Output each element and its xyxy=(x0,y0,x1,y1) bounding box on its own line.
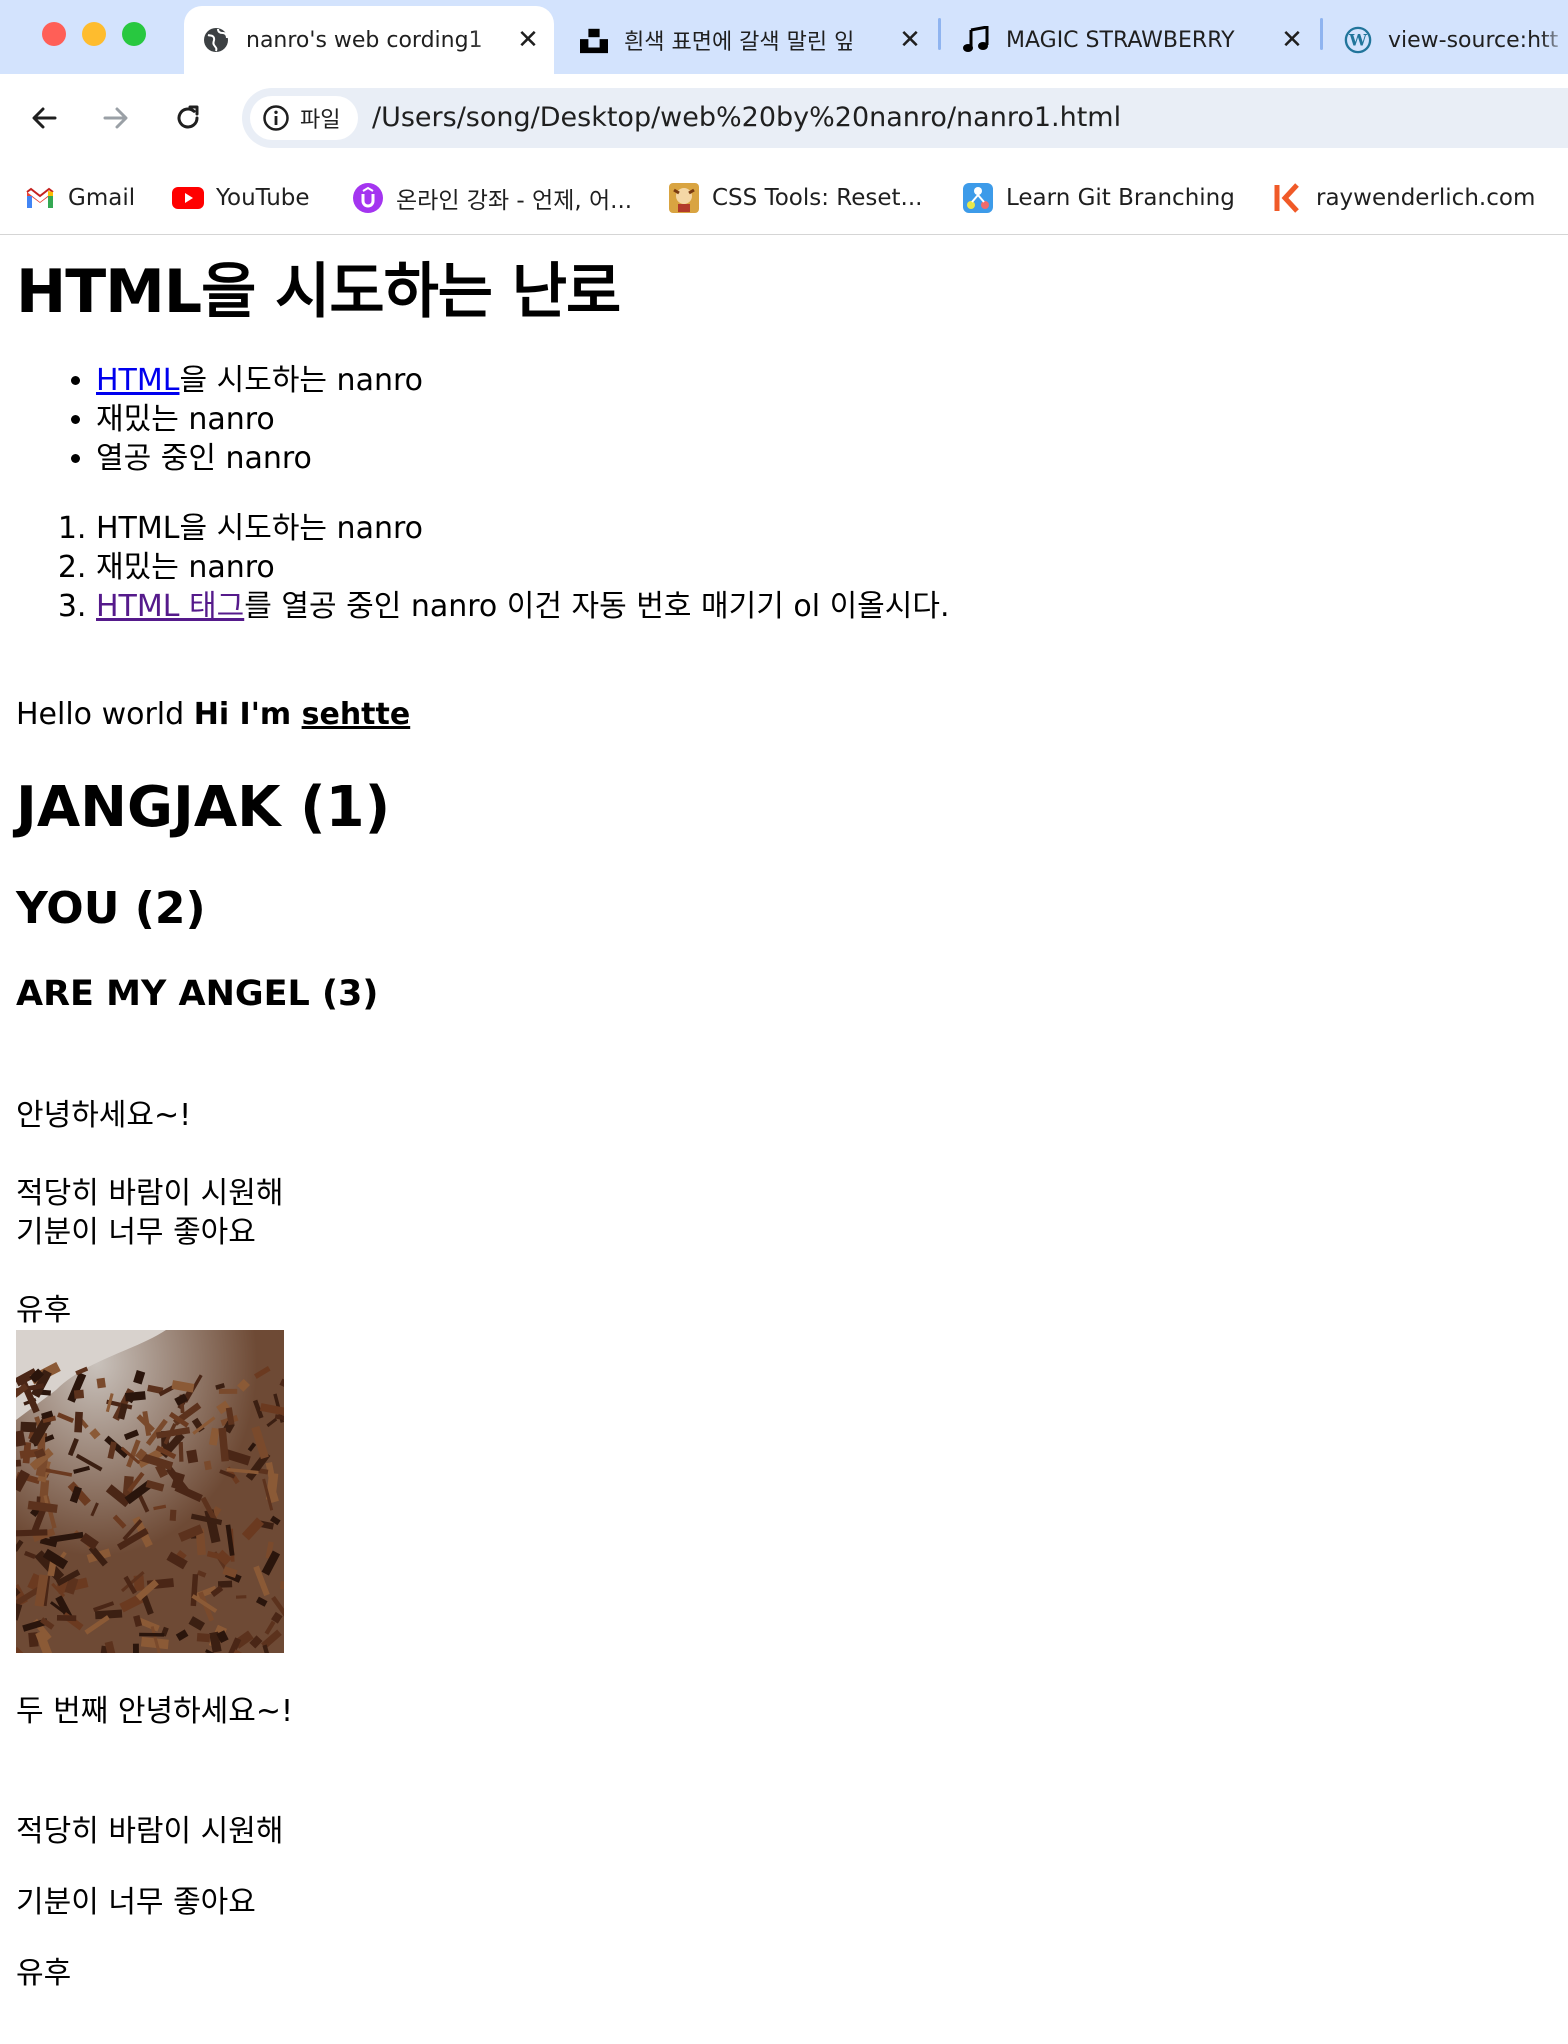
list-item: 열공 중인 nanro xyxy=(96,439,1556,478)
name-bold-underline: sehtte xyxy=(301,697,411,732)
window-minimize-button[interactable] xyxy=(82,22,106,46)
hello-text: Hello world xyxy=(16,697,194,732)
page-content: HTML을 시도하는 난로 HTML을 시도하는 nanro 재밌는 nanro… xyxy=(16,235,1556,1993)
ordered-list: HTML을 시도하는 nanro 재밌는 nanro HTML 태그를 열공 중… xyxy=(16,509,1556,626)
heading-level-3: ARE MY ANGEL (3) xyxy=(16,974,379,1014)
raywenderlich-icon xyxy=(1272,182,1304,214)
list-item: 재밌는 nanro xyxy=(96,548,1556,587)
tab-close-icon[interactable]: ✕ xyxy=(892,25,928,55)
yuhoo-line: 유후 xyxy=(16,1293,72,1328)
bookmark-label: Learn Git Branching xyxy=(1006,185,1235,211)
tab-strip: nanro's web cording1 ✕ 흰색 표면에 갈색 말린 잎 ✕ … xyxy=(0,0,1568,74)
youtube-icon xyxy=(172,182,204,214)
unordered-list: HTML을 시도하는 nanro 재밌는 nanro 열공 중인 nanro xyxy=(16,361,1556,478)
wind-paragraph: 적당히 바람이 시원해 xyxy=(16,1814,284,1849)
list-item: HTML을 시도하는 nanro xyxy=(96,509,1556,548)
bookmark-css-tools[interactable]: CSS Tools: Reset... xyxy=(668,176,922,220)
mood-line: 기분이 너무 좋아요 xyxy=(16,1215,256,1250)
bookmark-gmail[interactable]: Gmail xyxy=(24,176,135,220)
wordpress-icon: W xyxy=(1344,26,1372,54)
page-title: HTML을 시도하는 난로 xyxy=(16,257,621,327)
list-item-text: 을 시도하는 nanro xyxy=(179,363,423,398)
tab-title: nanro's web cording1 xyxy=(246,27,483,53)
tab-close-icon[interactable]: ✕ xyxy=(510,25,546,55)
gmail-icon xyxy=(24,182,56,214)
list-item: HTML을 시도하는 nanro xyxy=(96,361,1556,400)
greeting-paragraph: 안녕하세요~! xyxy=(16,1098,192,1133)
git-branching-icon xyxy=(962,182,994,214)
bookmarks-bar: Gmail YouTube 온라인 강좌 - 언제, 어... CSS Tool… xyxy=(0,162,1568,235)
wind-line: 적당히 바람이 시원해 xyxy=(16,1176,284,1211)
tab-title: 흰색 표면에 갈색 말린 잎 xyxy=(624,30,855,55)
heading-level-2: YOU (2) xyxy=(16,883,206,934)
list-item: 재밌는 nanro xyxy=(96,400,1556,439)
tab-close-icon[interactable]: ✕ xyxy=(1274,25,1310,55)
chocolate-shavings-image xyxy=(16,1330,284,1653)
window-maximize-button[interactable] xyxy=(122,22,146,46)
browser-toolbar: 파일 /Users/song/Desktop/web%20by%20nanro/… xyxy=(0,74,1568,162)
tab-view-source[interactable]: W view-source:htt xyxy=(1326,6,1568,74)
bookmark-youtube[interactable]: YouTube xyxy=(172,176,310,220)
bookmark-label: CSS Tools: Reset... xyxy=(712,185,923,211)
tab-leaf-photo[interactable]: 흰색 표면에 갈색 말린 잎 ✕ xyxy=(562,6,936,74)
hi-bold-text: Hi I'm xyxy=(193,697,302,732)
html-tag-link[interactable]: HTML 태그 xyxy=(96,589,244,624)
heading-level-1: JANGJAK (1) xyxy=(16,775,391,840)
bookmark-learn-git-branching[interactable]: Learn Git Branching xyxy=(962,176,1235,220)
yuhoo-paragraph: 유후 xyxy=(16,1956,72,1991)
address-bar[interactable]: 파일 /Users/song/Desktop/web%20by%20nanro/… xyxy=(242,88,1568,148)
list-item: HTML 태그를 열공 중인 nanro 이건 자동 번호 매기기 ol 이올시… xyxy=(96,587,1556,626)
bookmark-label: raywenderlich.com xyxy=(1316,185,1536,211)
unsplash-icon xyxy=(580,26,608,54)
tab-title: view-source:htt xyxy=(1388,27,1559,53)
back-arrow-icon xyxy=(32,107,57,129)
bookmark-label: Gmail xyxy=(68,185,136,211)
window-close-button[interactable] xyxy=(42,22,66,46)
bookmark-label: 온라인 강좌 - 언제, 어... xyxy=(396,188,633,214)
tab-title: MAGIC STRAWBERRY xyxy=(1006,27,1235,53)
hello-paragraph: Hello world Hi I'm sehtte xyxy=(16,695,1556,734)
udemy-icon xyxy=(352,182,384,214)
url-text[interactable]: /Users/song/Desktop/web%20by%20nanro/nan… xyxy=(372,88,1121,148)
mood-paragraph: 기분이 너무 좋아요 xyxy=(16,1885,256,1920)
info-icon xyxy=(263,105,289,131)
forward-arrow-icon xyxy=(103,107,128,129)
second-greeting-paragraph: 두 번째 안녕하세요~! xyxy=(16,1694,294,1729)
site-info-label: 파일 xyxy=(300,108,341,133)
reload-icon xyxy=(177,105,199,129)
back-button[interactable] xyxy=(20,94,68,142)
tab-separator xyxy=(1320,18,1323,50)
svg-text:W: W xyxy=(1348,31,1367,50)
bookmark-raywenderlich[interactable]: raywenderlich.com xyxy=(1272,176,1535,220)
globe-icon xyxy=(202,26,230,54)
reload-button[interactable] xyxy=(164,94,212,142)
site-info-chip[interactable]: 파일 xyxy=(250,96,359,140)
list-item-text: 를 열공 중인 nanro 이건 자동 번호 매기기 ol 이올시다. xyxy=(244,589,950,624)
bookmark-udemy[interactable]: 온라인 강좌 - 언제, 어... xyxy=(352,176,632,220)
forward-button[interactable] xyxy=(92,94,140,142)
html-link[interactable]: HTML xyxy=(96,363,179,398)
bookmark-label: YouTube xyxy=(216,185,310,211)
tab-magic-strawberry[interactable]: MAGIC STRAWBERRY ✕ xyxy=(944,6,1318,74)
music-note-icon xyxy=(962,26,990,54)
tab-nanro-web-cording[interactable]: nanro's web cording1 ✕ xyxy=(184,6,554,74)
tab-separator xyxy=(938,18,941,50)
css-tools-icon xyxy=(668,182,700,214)
